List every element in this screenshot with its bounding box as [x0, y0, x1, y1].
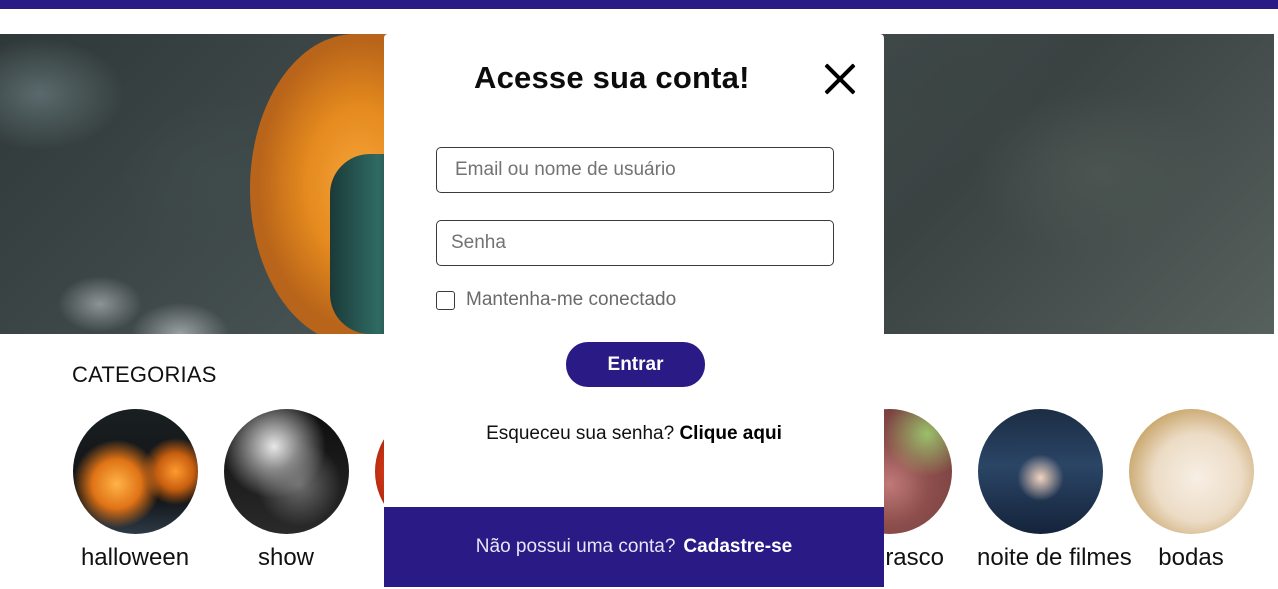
forgot-password-row: Esqueceu sua senha? Clique aqui [384, 423, 884, 445]
category-noite-de-filmes[interactable]: noite de filmes [977, 409, 1132, 572]
category-label[interactable]: bodas [1128, 544, 1254, 572]
email-input[interactable] [436, 147, 834, 193]
remember-me-row[interactable]: Mantenha-me conectado [436, 289, 676, 311]
login-modal: Acesse sua conta! Mantenha-me conectado … [384, 34, 884, 587]
remember-me-checkbox[interactable] [436, 290, 455, 310]
close-icon[interactable] [823, 62, 857, 96]
scroll-edge [1274, 34, 1278, 589]
category-label[interactable]: noite de filmes [977, 544, 1132, 572]
remember-me-label[interactable]: Mantenha-me conectado [466, 289, 676, 311]
password-input[interactable] [436, 220, 834, 266]
signup-link[interactable]: Cadastre-se [683, 536, 792, 558]
category-bodas-image[interactable] [1128, 409, 1254, 534]
forgot-password-link[interactable]: Clique aqui [679, 423, 781, 444]
category-show[interactable]: show [223, 409, 349, 572]
signup-prompt-text: Não possui uma conta? [475, 536, 676, 557]
page: CATEGORIAS halloween show rasco noite de… [0, 0, 1278, 589]
forgot-password-text: Esqueceu sua senha? [486, 423, 675, 444]
modal-title: Acesse sua conta! [474, 60, 750, 95]
category-halloween[interactable]: halloween [72, 409, 198, 572]
login-button[interactable]: Entrar [566, 342, 705, 387]
category-bodas[interactable]: bodas [1128, 409, 1254, 572]
category-label[interactable]: show [223, 544, 349, 572]
category-halloween-image[interactable] [72, 409, 198, 534]
category-label[interactable]: halloween [72, 544, 198, 572]
category-filmes-image[interactable] [977, 409, 1103, 534]
categories-heading: CATEGORIAS [72, 362, 217, 387]
category-show-image[interactable] [223, 409, 349, 534]
signup-footer: Não possui uma conta? Cadastre-se [384, 507, 884, 587]
top-bar [0, 0, 1278, 9]
